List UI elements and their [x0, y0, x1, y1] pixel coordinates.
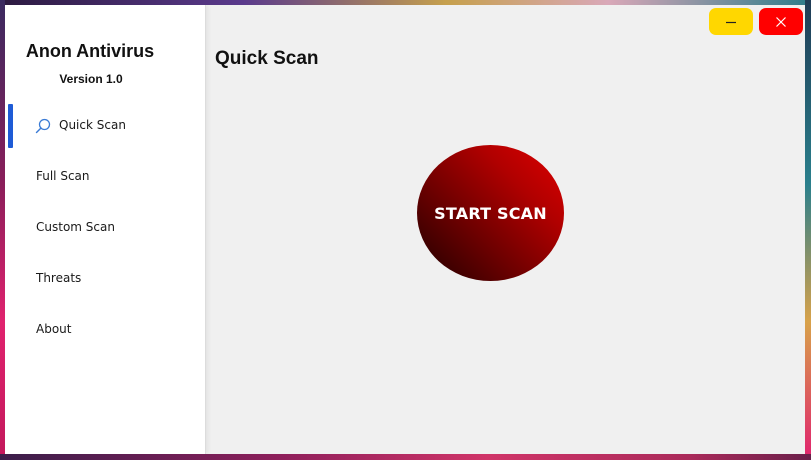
close-icon	[776, 16, 786, 27]
sidebar-item-about[interactable]: About	[5, 308, 205, 352]
start-scan-label: START SCAN	[434, 203, 547, 223]
sidebar-item-label: Custom Scan	[36, 220, 115, 234]
sidebar-item-label: Quick Scan	[59, 118, 126, 132]
sidebar-item-quick-scan[interactable]: Quick Scan	[5, 104, 205, 148]
minimize-icon	[726, 21, 736, 23]
page-title: Quick Scan	[215, 48, 319, 69]
close-button[interactable]	[759, 8, 803, 35]
sidebar-item-custom-scan[interactable]: Custom Scan	[5, 206, 205, 250]
minimize-button[interactable]	[709, 8, 753, 35]
sidebar-item-label: Full Scan	[36, 169, 90, 183]
app-title: Anon Antivirus	[25, 41, 155, 61]
sidebar-item-label: Threats	[36, 271, 82, 285]
app-window: Anon Antivirus Version 1.0 Quick Scan Fu…	[5, 5, 805, 454]
desktop-background-bottom	[0, 454, 811, 460]
sidebar-item-label: About	[36, 322, 72, 336]
search-icon	[35, 118, 51, 134]
active-indicator	[8, 104, 13, 148]
sidebar: Anon Antivirus Version 1.0 Quick Scan Fu…	[5, 5, 206, 454]
start-scan-button[interactable]: START SCAN	[417, 145, 564, 281]
sidebar-item-full-scan[interactable]: Full Scan	[5, 155, 205, 199]
sidebar-item-threats[interactable]: Threats	[5, 257, 205, 301]
app-version: Version 1.0	[59, 72, 123, 86]
desktop-background-right	[805, 0, 811, 460]
